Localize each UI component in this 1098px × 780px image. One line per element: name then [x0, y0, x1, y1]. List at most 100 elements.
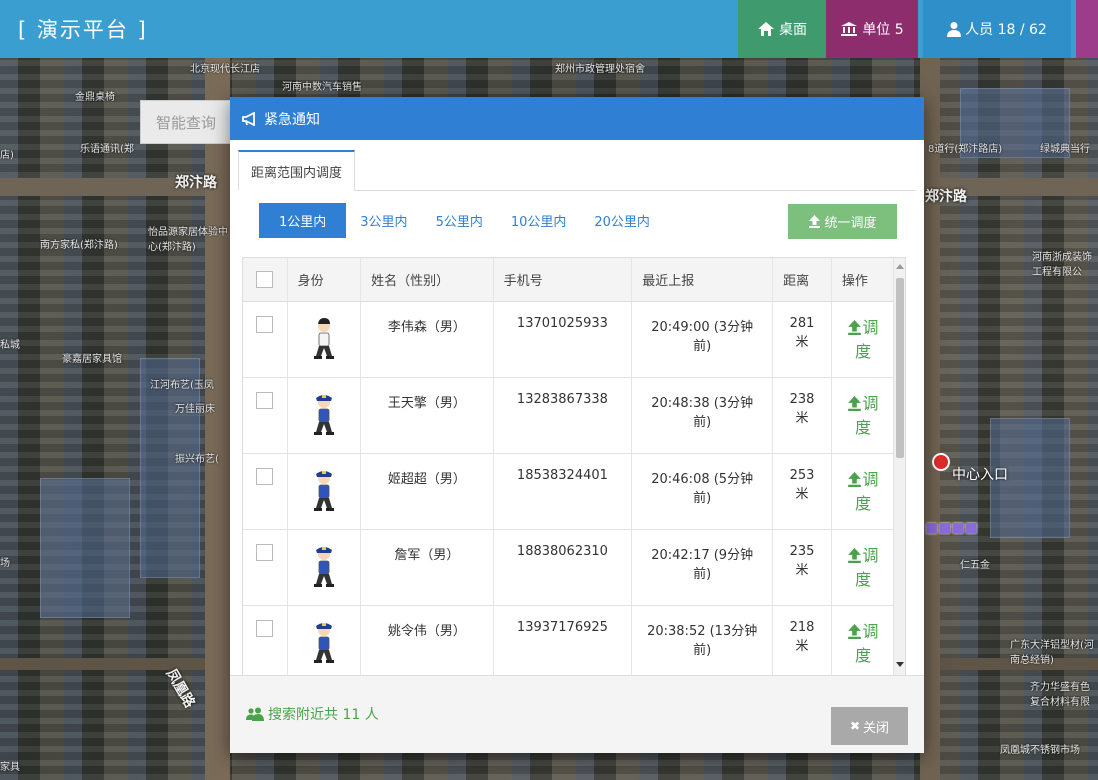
user-icon	[947, 22, 962, 37]
map-label: 金鼎桌椅	[75, 92, 115, 103]
row-select-cell	[243, 453, 288, 530]
row-select-cell	[243, 605, 288, 675]
upload-icon	[848, 471, 862, 487]
upload-icon	[809, 215, 821, 228]
nav-desktop-button[interactable]: 桌面	[738, 0, 826, 58]
scroll-up-arrow-icon[interactable]	[896, 264, 904, 269]
row-select-cell	[243, 377, 288, 454]
row-checkbox[interactable]	[256, 543, 274, 561]
upload-icon	[848, 319, 862, 335]
scrollbar-thumb[interactable]	[896, 278, 904, 458]
map-label: 家具	[0, 762, 20, 773]
close-label: 关闭	[863, 720, 890, 736]
modal-title: 紧急通知	[264, 111, 320, 128]
police-avatar-icon	[311, 544, 337, 592]
row-last-report: 20:48:38 (3分钟前)	[631, 377, 774, 454]
map-label: 北京现代长江店	[190, 64, 260, 75]
row-phone: 13283867338	[493, 377, 633, 454]
nav-person-button[interactable]: 人员 18 / 62	[923, 0, 1071, 58]
smart-search-button[interactable]: 智能查询	[140, 100, 232, 144]
row-checkbox[interactable]	[256, 619, 274, 637]
column-header-distance: 距离	[772, 258, 832, 302]
range-10km-button[interactable]: 10公里内	[497, 203, 581, 238]
map-label: 郑州市政管理处宿舍	[555, 64, 645, 75]
home-icon	[758, 22, 774, 36]
select-all-checkbox[interactable]	[256, 270, 274, 288]
table-row[interactable]: 王天擎（男） 13283867338 20:48:38 (3分钟前) 238米 调度	[243, 377, 896, 454]
bank-icon	[841, 22, 858, 36]
range-filter-group: 1公里内 3公里内 5公里内 10公里内 20公里内	[259, 203, 664, 238]
row-role-cell	[287, 605, 362, 675]
table-row[interactable]: 李伟森（男） 13701025933 20:49:00 (3分钟前) 281米 调度	[243, 301, 896, 378]
police-avatar-icon	[311, 468, 337, 516]
row-last-report: 20:42:17 (9分钟前)	[631, 529, 774, 606]
nav-extra-button[interactable]	[1076, 0, 1098, 58]
select-all-cell	[243, 258, 288, 302]
dispatch-button[interactable]: 调度	[843, 544, 883, 592]
road-label: 凤凰路	[162, 666, 198, 711]
row-role-cell	[287, 377, 362, 454]
range-3km-button[interactable]: 3公里内	[346, 203, 421, 238]
dispatch-button[interactable]: 调度	[843, 392, 883, 440]
range-1km-button[interactable]: 1公里内	[259, 203, 347, 238]
map-poi-label: ■■■■	[925, 520, 978, 536]
police-avatar-icon	[311, 620, 337, 668]
row-distance: 281米	[772, 301, 832, 378]
row-role-cell	[287, 453, 362, 530]
row-select-cell	[243, 529, 288, 606]
map-label: 绿城典当行	[1040, 144, 1090, 155]
map-label: 河南浙成装饰工程有限公	[1032, 252, 1092, 278]
map-label: 豪嘉居家具馆	[62, 354, 122, 365]
map-label: 万佳丽床	[175, 404, 215, 415]
nav-desktop-label: 桌面	[779, 22, 807, 38]
modal-header: 紧急通知	[230, 97, 924, 140]
column-header-phone: 手机号	[493, 258, 633, 302]
dispatch-button[interactable]: 调度	[843, 620, 883, 668]
personnel-table: 身份 姓名（性别） 手机号 最近上报 距离 操作 李伟森（男） 137010259…	[243, 258, 896, 675]
map-label: 场	[0, 558, 10, 569]
police-avatar-icon	[311, 392, 337, 440]
row-name: 王天擎（男）	[360, 377, 494, 454]
close-button[interactable]: ✖ 关闭	[831, 707, 908, 745]
map-marker-icon[interactable]	[932, 453, 950, 471]
upload-icon	[848, 547, 862, 563]
road-label: 郑汴路	[175, 175, 217, 191]
dispatch-all-button[interactable]: 统一调度	[788, 204, 897, 239]
column-header-action: 操作	[831, 258, 896, 302]
table-scrollbar[interactable]	[893, 258, 905, 675]
row-action-cell: 调度	[831, 453, 896, 530]
range-5km-button[interactable]: 5公里内	[422, 203, 497, 238]
app-title: [ 演示平台 ]	[18, 18, 148, 42]
scroll-down-arrow-icon[interactable]	[896, 662, 904, 667]
table-row[interactable]: 姬超超（男） 18538324401 20:46:08 (5分钟前) 253米 调度	[243, 453, 896, 530]
column-header-last-report: 最近上报	[631, 258, 774, 302]
table-row[interactable]: 詹军（男） 18838062310 20:42:17 (9分钟前) 235米 调度	[243, 529, 896, 606]
dispatch-button[interactable]: 调度	[843, 468, 883, 516]
map-label: 广东大洋铝型材(河南总经销)	[1010, 640, 1094, 666]
column-header-role: 身份	[287, 258, 362, 302]
row-action-cell: 调度	[831, 529, 896, 606]
row-name: 李伟森（男）	[360, 301, 494, 378]
bullhorn-icon	[242, 111, 255, 126]
map-label: 河南中数汽车销售	[282, 82, 362, 93]
row-action-cell: 调度	[831, 377, 896, 454]
personnel-table-container: 身份 姓名（性别） 手机号 最近上报 距离 操作 李伟森（男） 137010259…	[242, 257, 906, 676]
row-phone: 18538324401	[493, 453, 633, 530]
nearby-count-label: 搜索附近共 11 人	[268, 707, 379, 723]
range-20km-button[interactable]: 20公里内	[580, 203, 664, 238]
row-last-report: 20:46:08 (5分钟前)	[631, 453, 774, 530]
nav-unit-button[interactable]: 单位 5	[826, 0, 918, 58]
row-last-report: 20:38:52 (13分钟前)	[631, 605, 774, 675]
civilian-avatar-icon	[311, 316, 337, 364]
row-checkbox[interactable]	[256, 467, 274, 485]
emergency-notice-modal: 紧急通知 距离范围内调度 1公里内 3公里内 5公里内 10公里内 20公里内 …	[230, 97, 924, 753]
row-name: 姬超超（男）	[360, 453, 494, 530]
tab-distance-dispatch[interactable]: 距离范围内调度	[238, 150, 356, 191]
dispatch-button[interactable]: 调度	[843, 316, 883, 364]
upload-icon	[848, 623, 862, 639]
map-label: 南方家私(郑汴路)	[40, 240, 118, 251]
table-row[interactable]: 姚令伟（男） 13937176925 20:38:52 (13分钟前) 218米 调度	[243, 605, 896, 675]
row-checkbox[interactable]	[256, 315, 274, 333]
map-label: 店)	[0, 150, 14, 161]
row-checkbox[interactable]	[256, 391, 274, 409]
